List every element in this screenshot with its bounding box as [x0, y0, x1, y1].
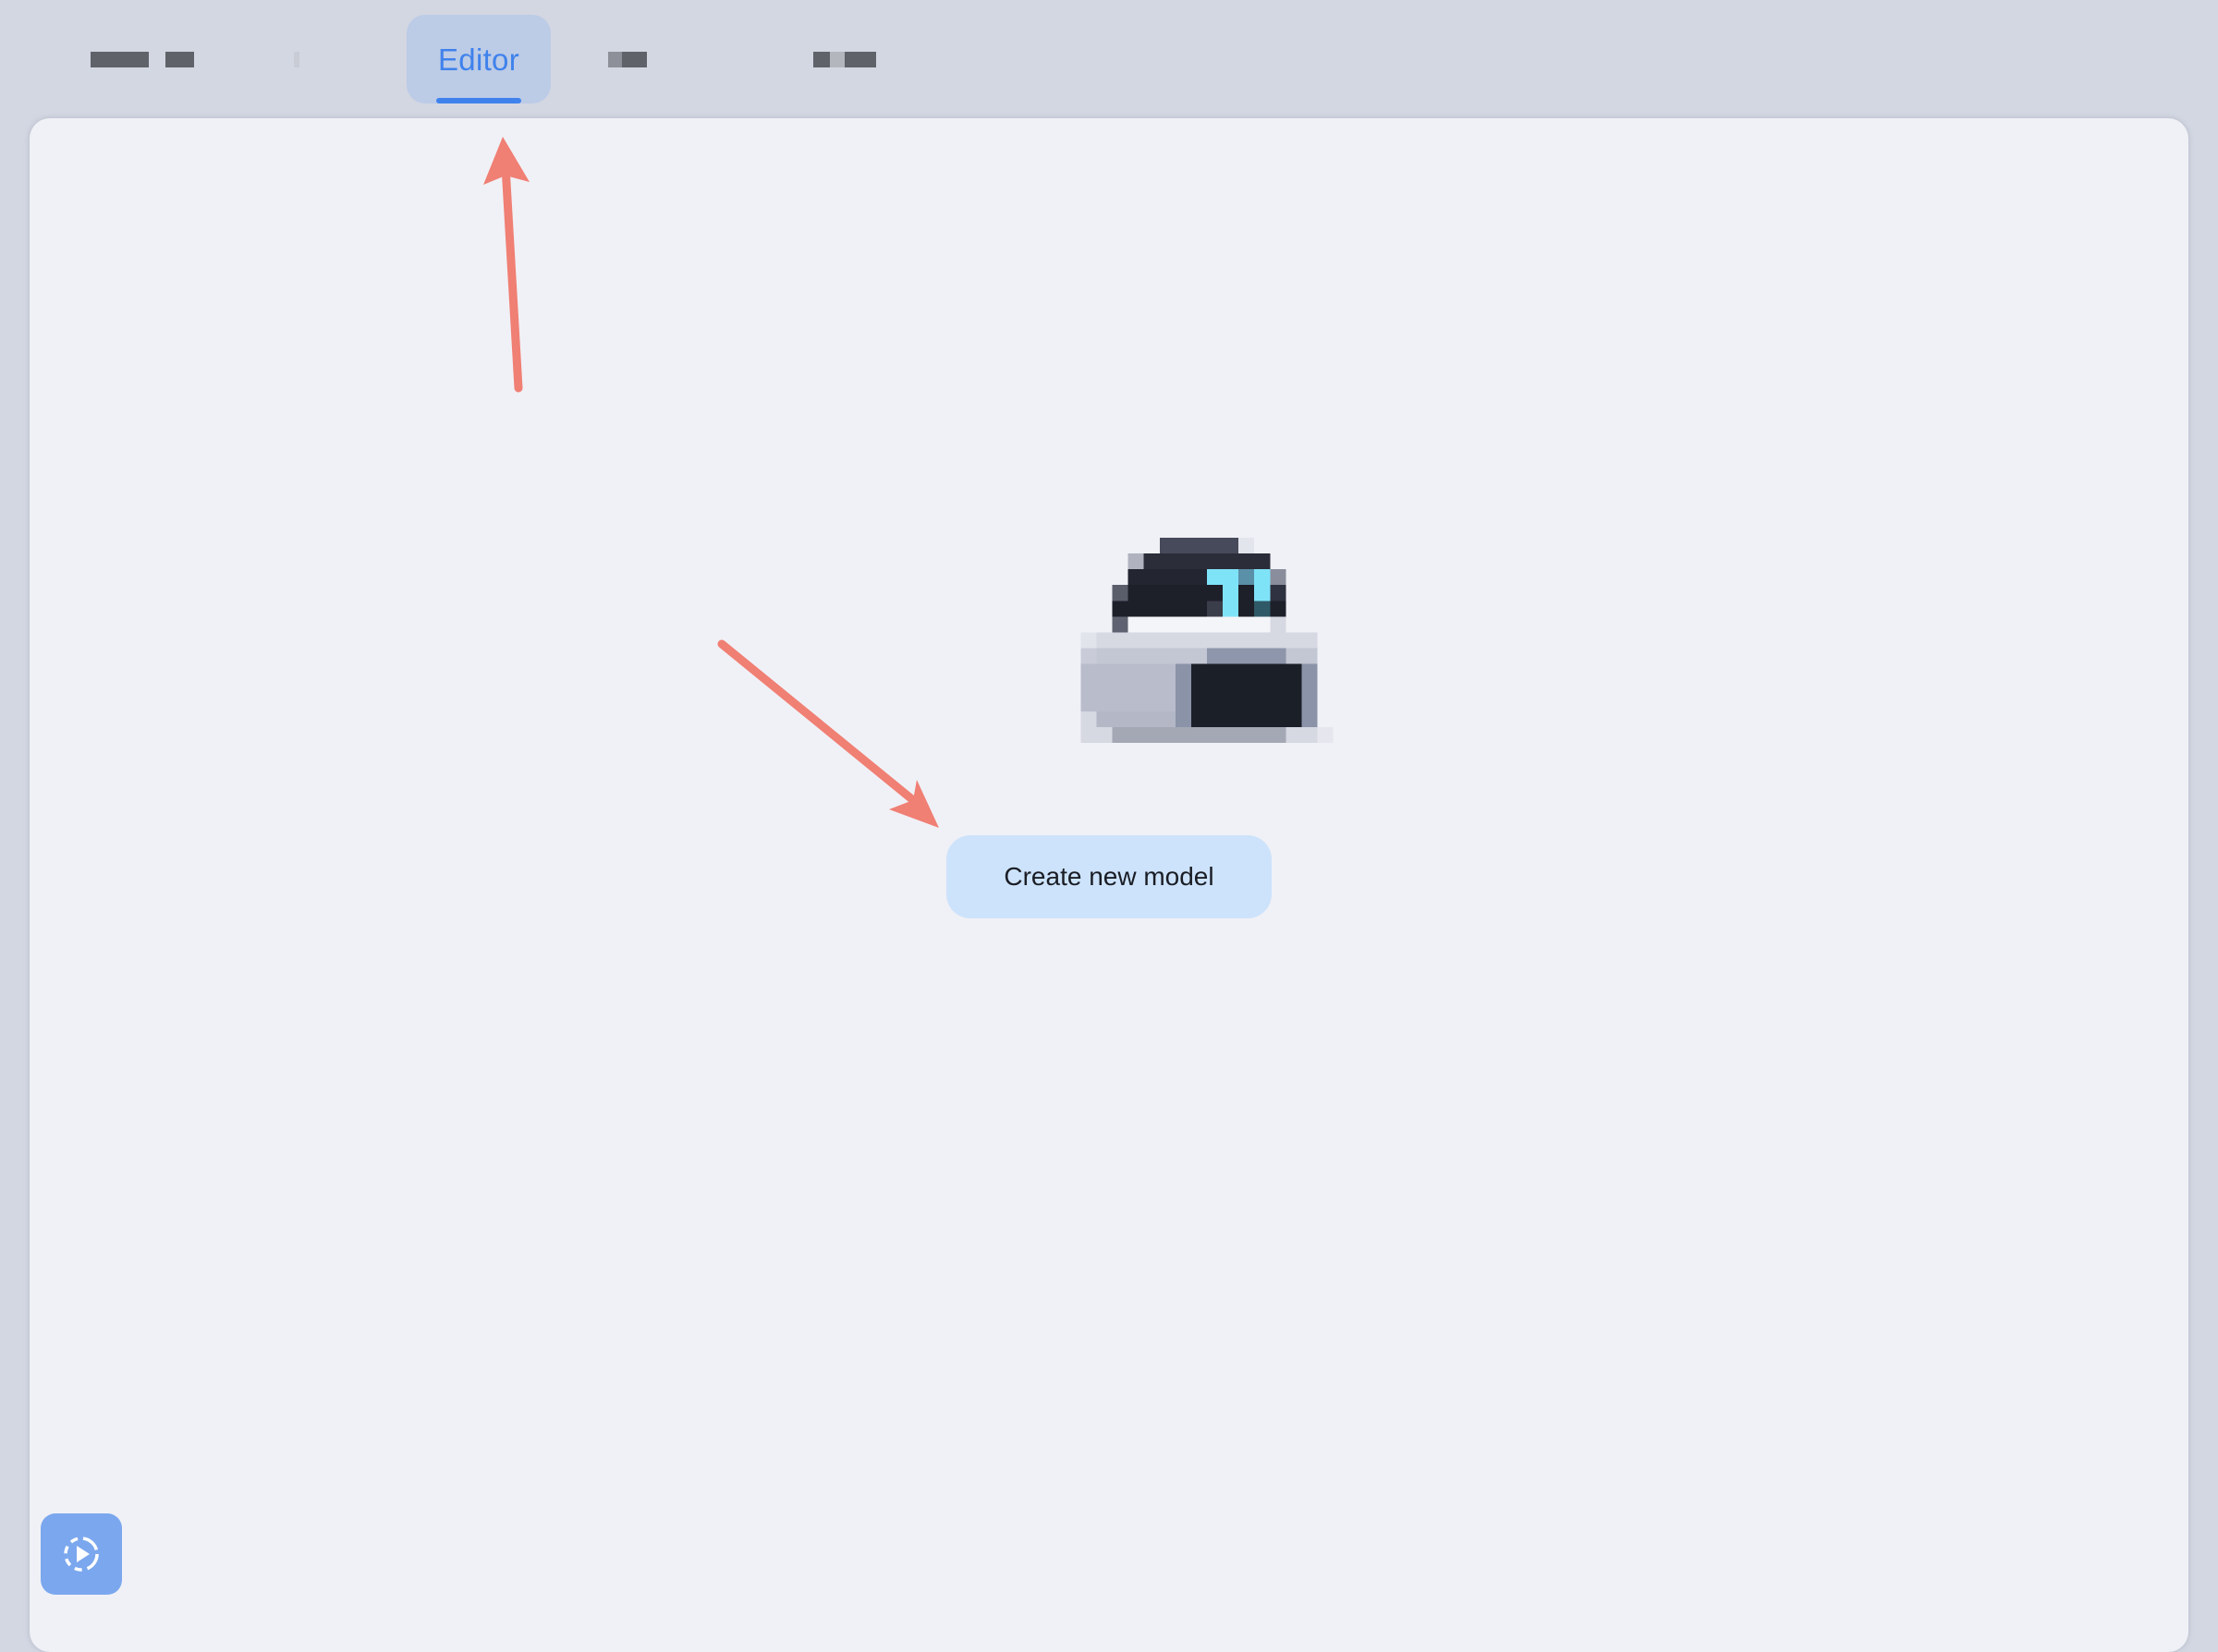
redacted-text-block [165, 51, 194, 67]
redacted-text-block [845, 51, 876, 67]
tab-redacted-1[interactable] [91, 15, 211, 103]
app-window: Editor Create new model [0, 0, 2218, 1652]
tab-editor-label: Editor [437, 43, 519, 77]
robot-mascot-icon [1080, 538, 1334, 743]
redacted-text-block [621, 51, 647, 67]
redacted-text-block [91, 51, 149, 67]
active-tab-indicator [436, 98, 521, 103]
replay-dashed-circle-icon [64, 1537, 99, 1572]
redacted-text-block [830, 51, 845, 67]
redacted-text-block [608, 51, 622, 67]
tab-redacted-2[interactable] [294, 15, 316, 103]
top-tab-bar: Editor [0, 0, 2218, 118]
replay-button[interactable] [41, 1513, 122, 1595]
tab-editor[interactable]: Editor [407, 15, 551, 103]
redacted-text-block [813, 51, 830, 67]
tab-redacted-3[interactable] [608, 15, 664, 103]
redacted-text-block [294, 51, 299, 67]
create-new-model-button[interactable]: Create new model [946, 835, 1272, 918]
tab-redacted-4[interactable] [813, 15, 887, 103]
